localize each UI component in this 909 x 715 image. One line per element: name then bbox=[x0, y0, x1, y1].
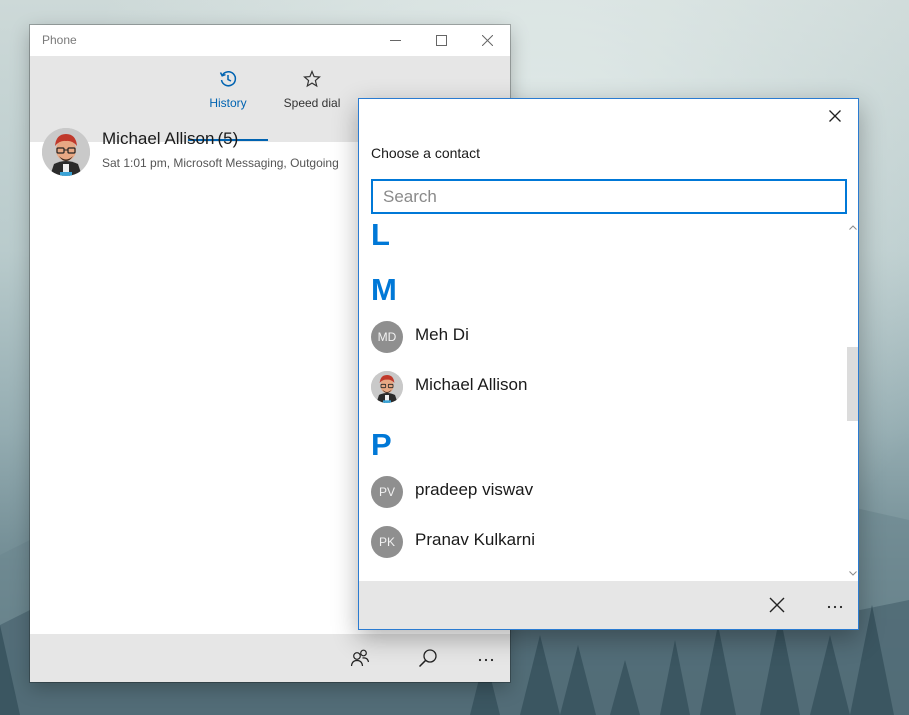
minimize-button[interactable] bbox=[372, 25, 418, 56]
history-detail: Sat 1:01 pm, Microsoft Messaging, Outgoi… bbox=[102, 156, 339, 170]
search-input[interactable] bbox=[373, 181, 845, 212]
contact-item[interactable]: Michael Allison bbox=[359, 366, 847, 410]
close-icon bbox=[481, 35, 493, 46]
search-icon bbox=[418, 649, 437, 668]
tab-speed-dial-label: Speed dial bbox=[283, 96, 341, 110]
star-icon bbox=[303, 70, 321, 88]
maximize-button[interactable] bbox=[418, 25, 464, 56]
close-window-button[interactable] bbox=[464, 25, 510, 56]
choose-contact-dialog: Choose a contact L M MD Meh Di bbox=[358, 98, 859, 630]
contact-name-text: Michael Allison bbox=[102, 129, 215, 148]
tab-history-label: History bbox=[209, 96, 247, 110]
contact-name: Pranav Kulkarni bbox=[415, 530, 536, 549]
contact-photo bbox=[42, 128, 90, 176]
contact-name: Meh Di bbox=[415, 325, 469, 344]
group-header-m[interactable]: M bbox=[371, 274, 397, 305]
scroll-down-button[interactable] bbox=[847, 567, 858, 579]
command-bar bbox=[30, 634, 510, 682]
contact-item[interactable]: MD Meh Di bbox=[359, 316, 847, 360]
group-header-p[interactable]: P bbox=[371, 429, 392, 460]
scrollbar[interactable] bbox=[847, 219, 858, 581]
scrollbar-thumb[interactable] bbox=[847, 347, 858, 421]
contact-name: pradeep viswav bbox=[415, 480, 534, 499]
more-button[interactable] bbox=[811, 581, 858, 629]
close-icon bbox=[769, 597, 785, 613]
more-icon bbox=[478, 658, 494, 662]
chevron-down-icon bbox=[849, 570, 857, 576]
maximize-icon bbox=[435, 35, 447, 46]
title-bar[interactable]: Phone bbox=[30, 25, 510, 56]
contacts-icon bbox=[350, 649, 370, 667]
call-count: (5) bbox=[217, 129, 239, 148]
group-header-l[interactable]: L bbox=[371, 219, 390, 250]
dialog-heading: Choose a contact bbox=[371, 145, 480, 161]
avatar bbox=[371, 371, 403, 403]
avatar: PK bbox=[371, 526, 403, 558]
more-icon bbox=[827, 605, 843, 609]
dialog-close-button[interactable] bbox=[818, 101, 852, 131]
history-contact-name: Michael Allison (5) bbox=[102, 129, 238, 149]
search-button[interactable] bbox=[404, 634, 452, 682]
contacts-button[interactable] bbox=[336, 634, 384, 682]
contact-item[interactable]: PK Pranav Kulkarni bbox=[359, 521, 847, 565]
search-field[interactable] bbox=[371, 179, 847, 214]
dialog-command-bar bbox=[359, 581, 858, 629]
contact-list: L M MD Meh Di Michael Allison P PV prade… bbox=[359, 219, 847, 581]
minimize-icon bbox=[389, 40, 401, 41]
close-icon bbox=[829, 110, 841, 122]
window-title: Phone bbox=[42, 33, 77, 47]
avatar: MD bbox=[371, 321, 403, 353]
more-button[interactable] bbox=[462, 634, 510, 682]
cancel-button[interactable] bbox=[753, 581, 801, 629]
history-icon bbox=[219, 71, 237, 87]
contact-photo bbox=[371, 371, 403, 403]
avatar bbox=[42, 128, 90, 176]
scroll-up-button[interactable] bbox=[847, 221, 858, 233]
avatar: PV bbox=[371, 476, 403, 508]
chevron-up-icon bbox=[849, 224, 857, 230]
contact-item[interactable]: PV pradeep viswav bbox=[359, 471, 847, 515]
contact-name: Michael Allison bbox=[415, 375, 528, 394]
